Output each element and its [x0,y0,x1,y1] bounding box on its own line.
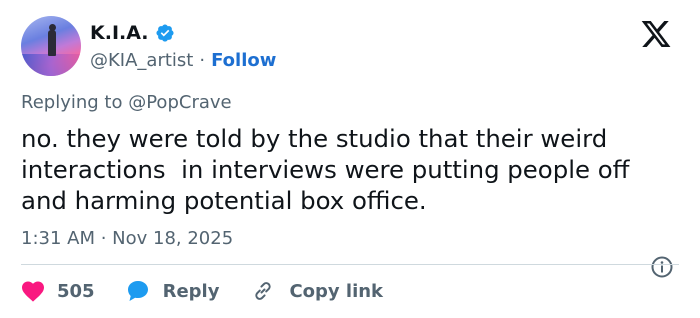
reply-bubble-icon [127,281,148,301]
avatar[interactable] [21,16,81,76]
x-logo-icon[interactable] [638,18,674,50]
author-display-name[interactable]: K.I.A. [90,22,149,44]
avatar-figure-head [49,24,56,31]
handle-separator: · [199,49,206,71]
reply-context-prefix: Replying to [21,92,123,113]
follow-button[interactable]: Follow [211,50,276,71]
copy-link-label: Copy link [289,280,384,302]
divider [21,264,679,265]
copy-link-button[interactable]: Copy link [251,279,383,303]
reply-context-mention[interactable]: @PopCrave [128,92,231,113]
like-count: 505 [57,280,95,302]
heart-icon [22,281,44,302]
reply-label: Reply [162,280,220,302]
like-button[interactable]: 505 [21,280,95,302]
tweet-timestamp[interactable]: 1:31 AM · Nov 18, 2025 [21,228,233,249]
reply-button[interactable]: Reply [125,279,220,303]
verified-badge-icon [155,23,175,43]
author-handle[interactable]: @KIA_artist [90,50,193,71]
tweet-text: no. they were told by the studio that th… [21,124,630,215]
link-icon [255,282,272,300]
avatar-figure [48,30,56,56]
action-bar: 505 Reply Copy link [21,276,383,306]
avatar-ground [21,54,81,76]
info-icon[interactable] [650,255,674,279]
reply-context: Replying to @PopCrave [21,92,232,113]
author-handle-row: @KIA_artist · Follow [90,48,276,72]
author-name-row: K.I.A. [90,20,175,46]
